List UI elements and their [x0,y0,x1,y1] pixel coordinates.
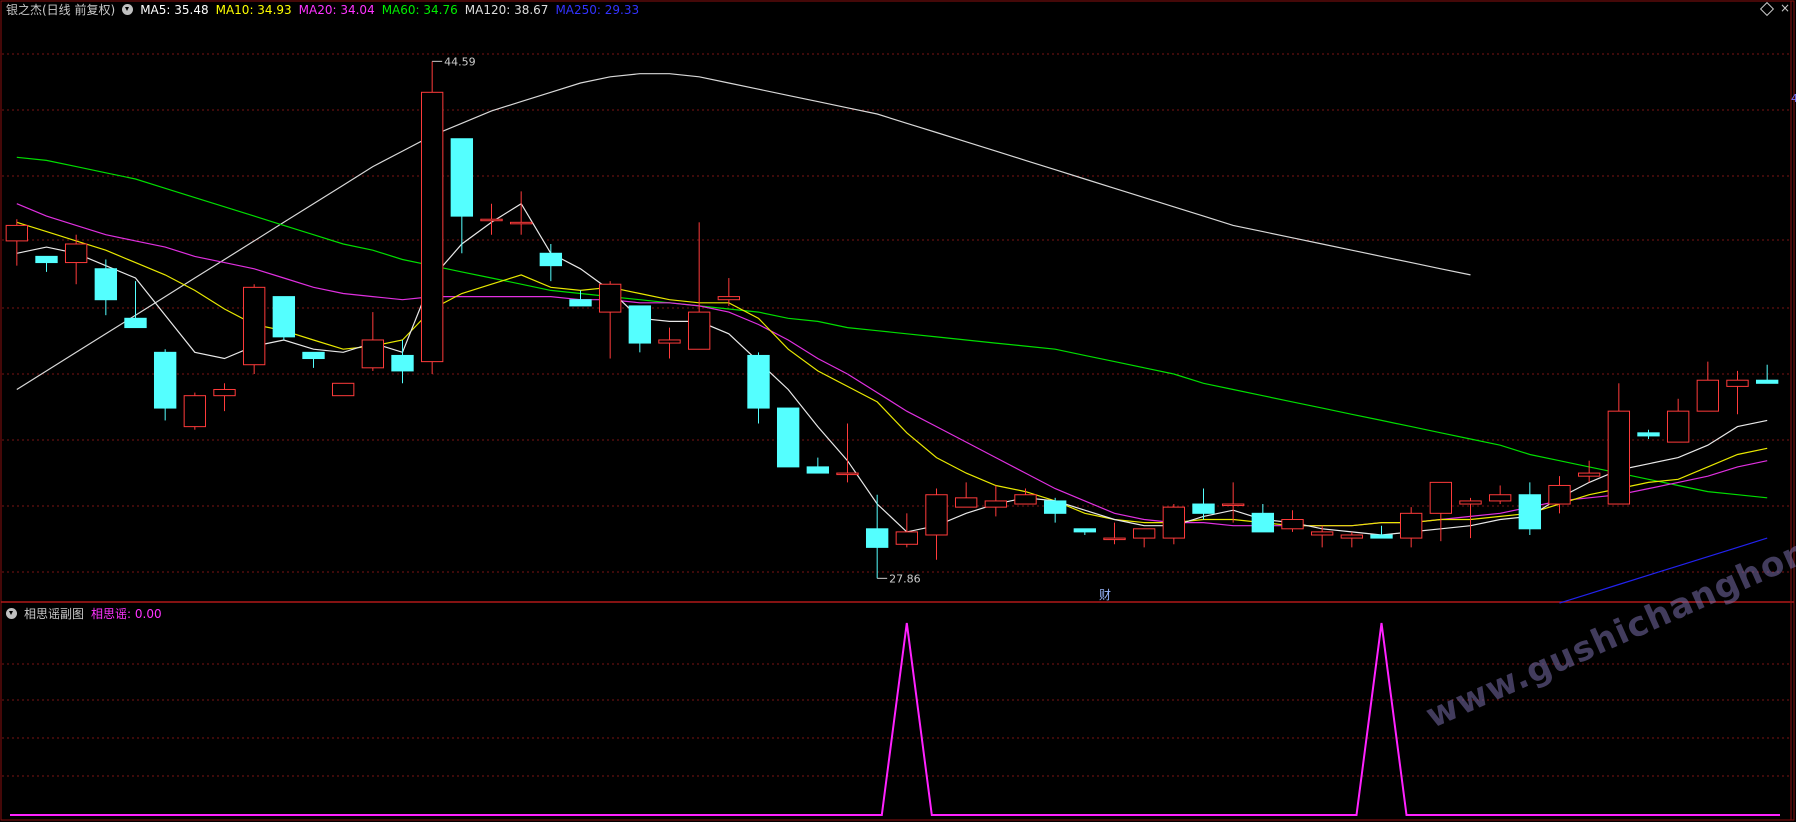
candle-body-18 [539,252,563,267]
ma120-line [16,73,1471,391]
finance-marker: 财 [1099,588,1111,602]
candle-body-19 [569,299,592,307]
candle-body-44 [1310,531,1334,536]
candle-body-3 [94,268,118,301]
candle-body-54 [1607,410,1631,505]
candle-body-6 [183,395,207,428]
candle-body-45 [1340,534,1364,539]
candle-body-16 [480,218,503,222]
candle-body-42 [1251,512,1275,533]
candle-body-29 [865,528,889,548]
candle-body-46 [1370,534,1393,539]
candle-body-37 [1103,537,1126,541]
candle-body-5 [153,351,177,409]
candle-body-25 [747,354,770,409]
candle-body-21 [628,305,652,344]
ma250-line [1559,537,1768,604]
candle-body-32 [954,497,978,508]
candle-body-14 [420,91,444,363]
candle-body-27 [806,466,830,474]
candle-body-7 [213,388,236,397]
candle-body-57 [1696,379,1720,412]
candle-body-28 [836,472,859,476]
candle-body-43 [1281,519,1304,530]
candle-body-51 [1518,494,1542,530]
candle-body-58 [1726,379,1749,387]
candle-body-17 [509,221,533,225]
ma5-line [16,202,1768,536]
candle-body-24 [717,296,741,301]
candle-body-30 [895,531,919,545]
candle-body-38 [1132,528,1156,539]
candle-body-4 [124,317,147,329]
edge-marker: 4 [1791,92,1796,105]
candle-body-50 [1488,494,1512,502]
ma10-line [16,221,1768,527]
candle-body-15 [450,138,474,217]
candle-body-9 [272,296,296,338]
candle-body-11 [331,382,355,397]
ma20-line [16,203,1768,527]
candle-body-12 [361,339,385,369]
candle-body-33 [984,500,1008,508]
candle-body-47 [1399,512,1423,539]
candle-body-0 [5,224,29,242]
candle-body-1 [35,255,58,264]
candle-body-40 [1192,503,1215,514]
candle-body-39 [1162,506,1186,539]
candle-body-8 [242,286,266,366]
candle-body-10 [302,351,325,360]
candle-body-20 [598,283,622,313]
candle-body-35 [1043,500,1067,514]
candle-body-49 [1459,500,1482,505]
sub-indicator-line [10,622,1780,816]
chart-canvas: 44.59 27.86 财 4 [0,0,1796,821]
candle-body-26 [776,407,800,468]
candle-body-55 [1637,432,1660,437]
candle-body-13 [391,354,414,372]
candle-body-53 [1577,472,1601,477]
high-price-label: 44.59 [444,55,476,68]
candle-body-56 [1666,410,1690,443]
candle-body-2 [64,243,88,264]
candle-body-22 [658,339,681,344]
candle-body-59 [1755,379,1779,384]
candle-body-41 [1221,503,1245,507]
candle-body-34 [1014,494,1037,505]
candle-body-48 [1429,481,1453,514]
candle-body-52 [1548,484,1571,505]
candle-body-23 [687,311,711,350]
candle-body-36 [1073,528,1097,533]
low-price-label: 27.86 [889,572,921,585]
candle-body-31 [925,494,948,536]
